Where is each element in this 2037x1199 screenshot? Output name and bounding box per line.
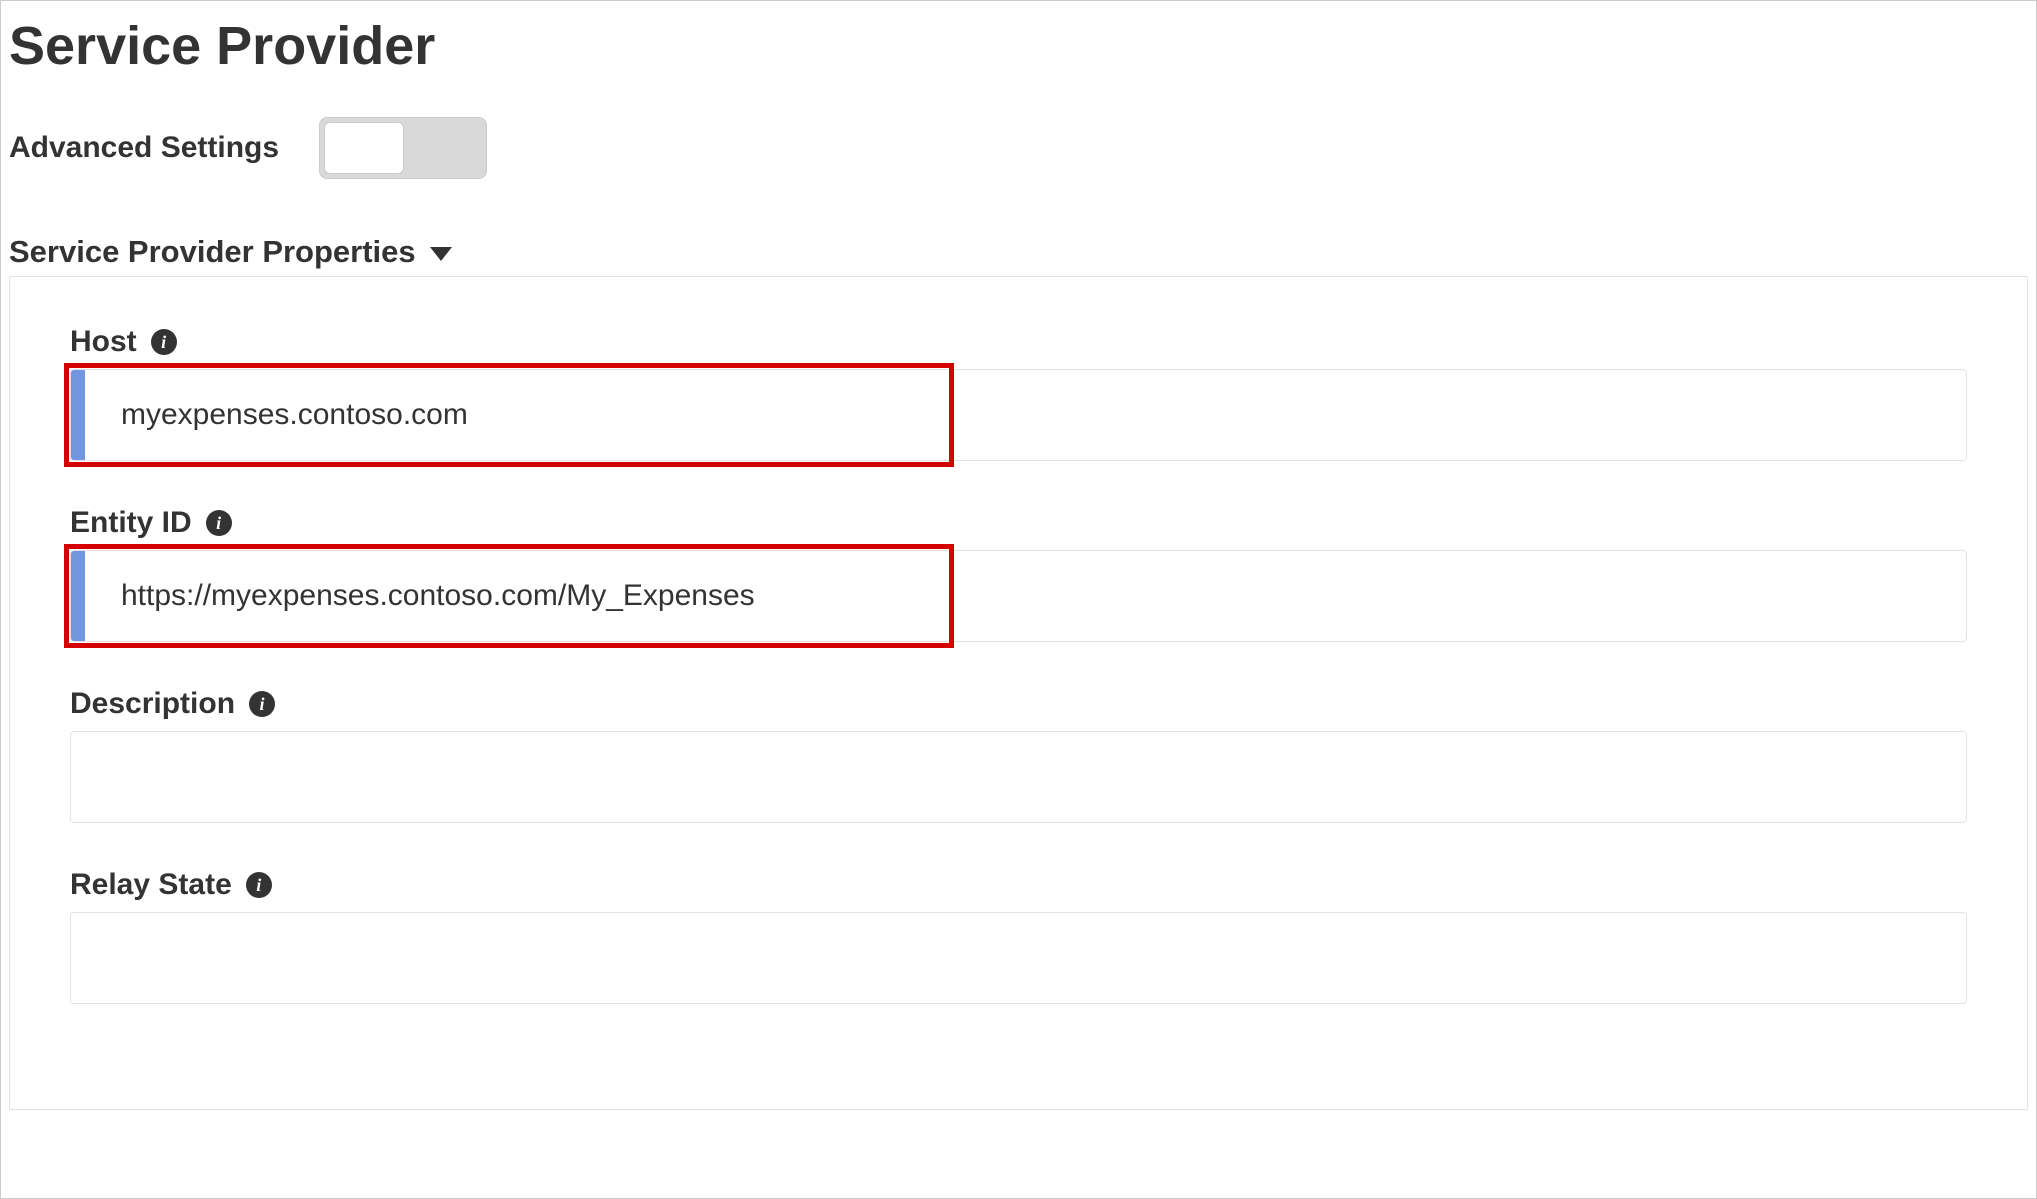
- section-title: Service Provider Properties: [9, 234, 416, 270]
- entity-id-label: Entity ID: [70, 506, 192, 540]
- host-label: Host: [70, 325, 137, 359]
- caret-down-icon: [430, 247, 452, 261]
- description-label-row: Description i: [70, 687, 1967, 721]
- relay-state-field: Relay State i: [70, 868, 1967, 1004]
- entity-id-field: Entity ID i: [70, 506, 1967, 642]
- properties-panel: Host i Entity ID i Descrip: [9, 276, 2028, 1110]
- entity-id-input[interactable]: [70, 550, 1967, 642]
- relay-state-input[interactable]: [70, 912, 1967, 1004]
- description-input[interactable]: [70, 731, 1967, 823]
- info-icon[interactable]: i: [246, 872, 272, 898]
- advanced-settings-label: Advanced Settings: [9, 131, 279, 165]
- relay-state-label-row: Relay State i: [70, 868, 1967, 902]
- relay-state-input-wrap: [70, 912, 1967, 1004]
- host-label-row: Host i: [70, 325, 1967, 359]
- entity-id-input-wrap: [70, 550, 1967, 642]
- page-title: Service Provider: [9, 15, 2028, 77]
- entity-id-label-row: Entity ID i: [70, 506, 1967, 540]
- relay-state-label: Relay State: [70, 868, 232, 902]
- service-provider-properties-header[interactable]: Service Provider Properties: [9, 234, 2028, 270]
- toggle-knob: [324, 122, 404, 174]
- page-container: Service Provider Advanced Settings Servi…: [0, 0, 2037, 1199]
- description-field: Description i: [70, 687, 1967, 823]
- info-icon[interactable]: i: [206, 510, 232, 536]
- advanced-settings-row: Advanced Settings: [9, 117, 2028, 179]
- host-field: Host i: [70, 325, 1967, 461]
- host-input[interactable]: [70, 369, 1967, 461]
- info-icon[interactable]: i: [249, 691, 275, 717]
- host-input-wrap: [70, 369, 1967, 461]
- advanced-settings-toggle[interactable]: [319, 117, 487, 179]
- description-input-wrap: [70, 731, 1967, 823]
- description-label: Description: [70, 687, 235, 721]
- info-icon[interactable]: i: [151, 329, 177, 355]
